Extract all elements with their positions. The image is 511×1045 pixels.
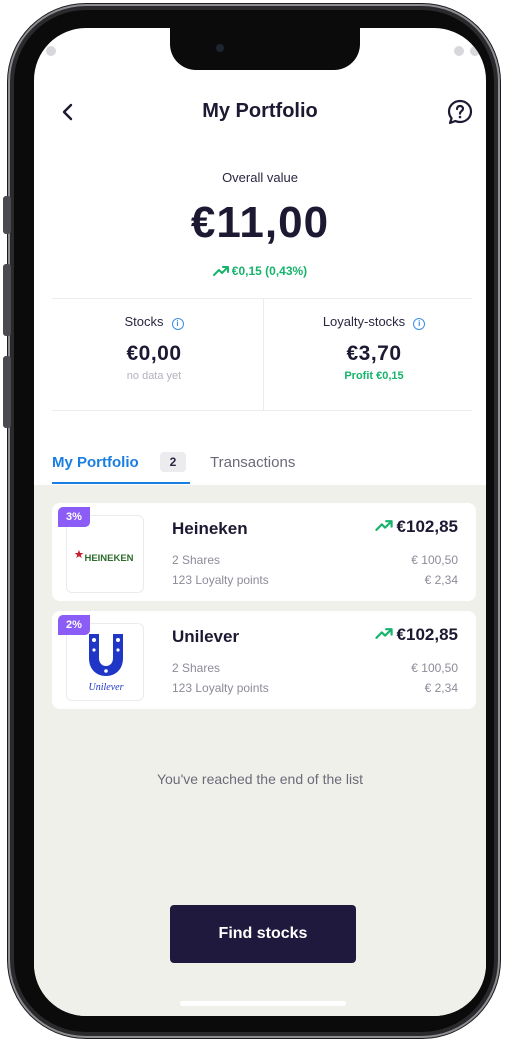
trending-up-icon [374, 628, 393, 639]
unilever-logo-icon: Unilever [89, 634, 124, 693]
find-stocks-button[interactable]: Find stocks [170, 905, 356, 963]
holding-share-value: € 100,50 [411, 661, 458, 675]
info-icon[interactable]: i [171, 318, 184, 330]
notch [170, 28, 360, 70]
holding-point-value: € 2,34 [424, 681, 458, 695]
divider [263, 298, 264, 410]
holding-share-value: € 100,50 [411, 553, 458, 567]
camera-icon [216, 44, 224, 52]
help-button[interactable] [446, 98, 474, 126]
holding-total: €102,85 [374, 517, 458, 537]
logo-text: HEINEKEN [84, 553, 133, 564]
status-indicator [46, 46, 56, 56]
status-indicator [454, 46, 464, 56]
help-question-icon [447, 99, 473, 125]
end-of-list-message: You've reached the end of the list [156, 771, 364, 787]
active-tab-indicator [52, 482, 190, 484]
tab-my-portfolio[interactable]: My Portfolio [52, 454, 139, 471]
holding-loyalty-points: 123 Loyalty points [172, 681, 269, 695]
divider [52, 410, 472, 411]
overall-change-text: €0,15 (0,43%) [231, 264, 308, 278]
holding-name: Unilever [172, 627, 240, 646]
stocks-value: €0,00 [126, 342, 182, 365]
home-indicator[interactable] [180, 1001, 346, 1006]
loyalty-stocks-label: Loyalty-stocks [322, 314, 406, 329]
app-screen: My Portfolio Overall value €11,00 €0,15 … [34, 28, 486, 1016]
silent-switch [3, 196, 11, 234]
loyalty-profit: Profit €0,15 [344, 370, 404, 382]
page-title: My Portfolio [202, 100, 318, 122]
holding-name: Heineken [172, 519, 248, 538]
info-icon[interactable]: i [413, 318, 426, 330]
header: My Portfolio [34, 94, 486, 134]
loyalty-label-row: Loyalty-stocks i [274, 314, 474, 330]
trending-up-icon [212, 266, 229, 276]
stocks-summary: Stocks i €0,00 no data yet [54, 314, 254, 382]
heineken-logo-icon: HEINEKEN [74, 550, 134, 564]
tab-bar: My Portfolio 2 Transactions [52, 448, 472, 486]
status-indicator [470, 46, 480, 56]
allocation-badge: 3% [58, 507, 90, 527]
stocks-subtext: no data yet [126, 370, 182, 382]
stocks-label-row: Stocks i [54, 314, 254, 330]
overall-change: €0,15 (0,43%) [34, 264, 486, 278]
volume-down-button [3, 356, 11, 428]
holding-total-value: €102,85 [396, 517, 458, 536]
holding-point-value: € 2,34 [424, 573, 458, 587]
loyalty-stocks-summary: Loyalty-stocks i €3,70 Profit €0,15 [274, 314, 474, 382]
holding-shares: 2 Shares [172, 661, 221, 675]
logo-text: Unilever [89, 682, 124, 693]
tab-count-badge: 2 [160, 452, 186, 472]
holding-card[interactable]: 3% HEINEKEN Heineken 2 Shares 123 Loyalt… [52, 503, 476, 601]
holdings-list: 3% HEINEKEN Heineken 2 Shares 123 Loyalt… [34, 485, 486, 1016]
loyalty-stocks-value: €3,70 [346, 342, 402, 365]
overall-value: €11,00 [190, 198, 330, 247]
volume-up-button [3, 264, 11, 336]
holding-shares: 2 Shares [172, 553, 221, 567]
allocation-badge: 2% [58, 615, 90, 635]
holding-total: €102,85 [374, 625, 458, 645]
holding-loyalty-points: 123 Loyalty points [172, 573, 269, 587]
trending-up-icon [374, 520, 393, 531]
divider [52, 298, 472, 299]
overall-value-label: Overall value [222, 170, 298, 185]
holding-card[interactable]: 2% Unilever Unilever 2 Shares 123 Loyalt… [52, 611, 476, 709]
holding-total-value: €102,85 [396, 625, 458, 644]
tab-transactions[interactable]: Transactions [210, 454, 295, 471]
stocks-label: Stocks [124, 314, 164, 329]
